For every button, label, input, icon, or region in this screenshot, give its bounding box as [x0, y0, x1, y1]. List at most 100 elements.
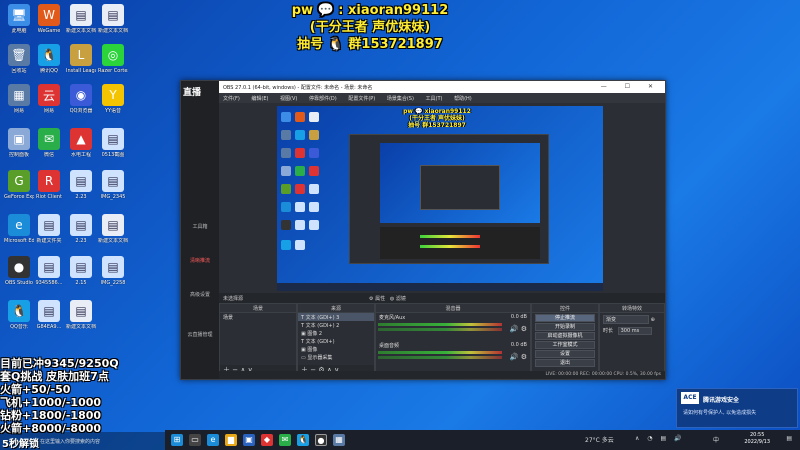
security-notification[interactable]: ACE 腾讯游戏安全 请如何有号保护人, 以免造成损失: [676, 388, 798, 428]
ace-logo: ACE: [681, 392, 699, 404]
desktop-icon[interactable]: ▤ 新建文件夹: [34, 214, 64, 244]
desktop-icon[interactable]: ▤ 2.15: [66, 256, 96, 286]
ime-indicator[interactable]: 中: [713, 435, 719, 444]
gear-icon[interactable]: ⚙: [521, 353, 527, 361]
desktop-icon[interactable]: ▲ 水电工程: [66, 128, 96, 158]
filter-icon[interactable]: ◍: [390, 296, 394, 302]
desktop-icon[interactable]: ▤ 2.23: [66, 214, 96, 244]
stream-overlay-top: pw 💬 : xiaoran99112 (干分王者 声优妹妹) 抽号 🐧 群15…: [270, 2, 470, 53]
stop-streaming-button[interactable]: 停止推流: [535, 314, 595, 322]
desktop-icon[interactable]: ▤ 新建文本文档: [98, 4, 128, 34]
edge-icon: e: [8, 214, 30, 236]
menu-profile[interactable]: 配置文件(P): [348, 96, 375, 102]
title-bar: OBS 27.0.1 (64-bit, windows) - 配置文件: 未命名…: [219, 81, 665, 93]
add-transition-icon[interactable]: ⊕: [651, 317, 655, 323]
transition-select[interactable]: 渐变: [603, 315, 649, 324]
settings-button[interactable]: 设置: [535, 350, 595, 358]
notification-center-icon[interactable]: ▤: [786, 435, 792, 442]
desktop-icon[interactable]: ✉ 微信: [34, 128, 64, 158]
scene-item[interactable]: 场景: [220, 313, 296, 321]
window-controls[interactable]: — ☐ ✕: [601, 83, 661, 90]
file-icon: ▤: [38, 300, 60, 322]
desktop-icon[interactable]: 🖥 此电脑: [4, 4, 34, 34]
source-item[interactable]: T 文本 (GDI+) 3: [298, 313, 374, 321]
preview-taskbar: [277, 283, 603, 291]
rail-item-cloud[interactable]: 云直播管理: [183, 331, 217, 338]
desktop-icon[interactable]: ◎ Razer Cortex: [98, 44, 128, 74]
gear-icon[interactable]: ⚙: [369, 296, 373, 302]
windows-start-icon[interactable]: ⊞: [171, 434, 183, 446]
desktop-icon[interactable]: ▤ IMG_2345: [98, 170, 128, 200]
file-icon: ▤: [102, 128, 124, 150]
qq-icon[interactable]: 🐧: [297, 434, 309, 446]
rail-item-advanced[interactable]: 高级设置: [183, 291, 217, 298]
overlay-line: 抽号 🐧 群153721897: [297, 37, 443, 52]
source-item[interactable]: ▣ 图像: [298, 345, 374, 353]
properties-button[interactable]: 属性: [375, 296, 385, 302]
preview-canvas[interactable]: pw 💬 xiaoran99112 (干分王者 声优妹妹) 抽号 群153721…: [277, 106, 603, 291]
desktop-icon[interactable]: ● OBS Studio: [4, 256, 34, 286]
desktop-icon[interactable]: R Riot Client: [34, 170, 64, 200]
desktop-icon[interactable]: GGeForce Experience: [4, 170, 34, 200]
mute-icon[interactable]: 🔊: [510, 325, 519, 333]
tray-icons[interactable]: ∧ ◔ ▤ 🔊: [635, 435, 685, 442]
desktop-icon[interactable]: ▤ G84EA9...: [34, 300, 64, 330]
source-item[interactable]: T 文本 (GDI+): [298, 337, 374, 345]
studio-mode-button[interactable]: 工作室模式: [535, 341, 595, 349]
desktop-icon[interactable]: ▤ 新建文本文档: [66, 4, 96, 34]
virtual-camera-button[interactable]: 启动虚拟摄像机: [535, 332, 595, 340]
desktop-icon[interactable]: ▣ 控制面板: [4, 128, 34, 158]
desktop-icon[interactable]: ▤ 0513截图: [98, 128, 128, 158]
menu-scene-collection[interactable]: 场景集合(S): [387, 96, 414, 102]
desktop-icon[interactable]: Y YY语音: [98, 84, 128, 114]
desktop-icon[interactable]: 🗑 回收站: [4, 44, 34, 74]
rail-item-stream[interactable]: 清晰推流: [183, 257, 217, 264]
mute-icon[interactable]: 🔊: [510, 353, 519, 361]
start-recording-button[interactable]: 开始录制: [535, 323, 595, 331]
file-explorer-icon[interactable]: ▆: [225, 434, 237, 446]
menu-view[interactable]: 视图(V): [280, 96, 297, 102]
filters-button[interactable]: 滤镜: [396, 296, 406, 302]
desktop-icon[interactable]: 🐧 腾讯QQ: [34, 44, 64, 74]
desktop-icon[interactable]: ▤ 新建文本文档: [66, 300, 96, 330]
scenes-header: 场景: [220, 304, 296, 313]
edge-icon[interactable]: e: [207, 434, 219, 446]
obs-icon[interactable]: ●: [315, 434, 327, 446]
desktop-icon[interactable]: eMicrosoft Edge: [4, 214, 34, 244]
menu-edit[interactable]: 编辑(E): [251, 96, 268, 102]
file-icon: ▤: [102, 170, 124, 192]
clock[interactable]: 20:55 2022/9/13: [744, 432, 770, 446]
source-item[interactable]: ▭ 显示器采集: [298, 353, 374, 361]
desktop-icon[interactable]: ▦ 网易: [4, 84, 34, 114]
file-icon: ▤: [102, 256, 124, 278]
geforce-icon: G: [8, 170, 30, 192]
source-item[interactable]: ▣ 图像 2: [298, 329, 374, 337]
exit-button[interactable]: 退出: [535, 359, 595, 367]
desktop-icon[interactable]: ▤ 2.23: [66, 170, 96, 200]
weather-widget[interactable]: 27°C 多云: [585, 435, 614, 444]
gear-icon[interactable]: ⚙: [521, 325, 527, 333]
rail-item-toolbox[interactable]: 工具箱: [183, 223, 217, 230]
desktop-icon[interactable]: LInstall League of...: [66, 44, 96, 74]
app-icon[interactable]: ◆: [261, 434, 273, 446]
menu-file[interactable]: 文件(F): [223, 96, 240, 102]
menu-help[interactable]: 帮助(H): [454, 96, 472, 102]
app-icon[interactable]: ▦: [333, 434, 345, 446]
desktop-icon[interactable]: ◉ QQ浏览器: [66, 84, 96, 114]
file-icon: ▤: [70, 300, 92, 322]
desktop-icon[interactable]: W WeGame: [34, 4, 64, 34]
transitions-header: 转场特效: [600, 304, 664, 313]
store-icon[interactable]: ▣: [243, 434, 255, 446]
desktop-icon[interactable]: 🐧 QQ音乐: [4, 300, 34, 330]
taskbar-search-box[interactable]: 5秒解锁 在这里输入你要搜索的内容: [0, 432, 165, 450]
wechat-icon[interactable]: ✉: [279, 434, 291, 446]
duration-input[interactable]: 300 ms: [617, 327, 652, 335]
source-item[interactable]: T 文本 (GDI+) 2: [298, 321, 374, 329]
desktop-icon[interactable]: ▤ 9345586...: [34, 256, 64, 286]
desktop-icon[interactable]: ▤ 新建文本文档: [98, 214, 128, 244]
menu-docks[interactable]: 停靠部件(D): [309, 96, 337, 102]
task-view-icon[interactable]: ▭: [189, 434, 201, 446]
menu-tools[interactable]: 工具(T): [426, 96, 443, 102]
desktop-icon[interactable]: 云网易: [34, 84, 64, 114]
desktop-icon[interactable]: ▤ IMG_2258: [98, 256, 128, 286]
